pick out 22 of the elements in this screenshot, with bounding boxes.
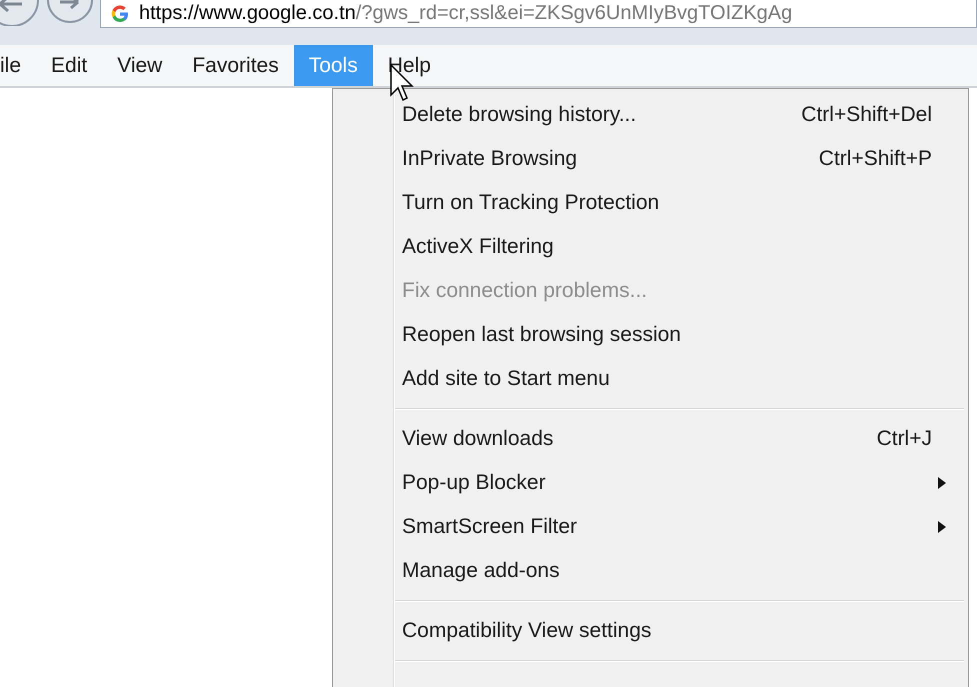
menu-bar-item[interactable]: View: [102, 45, 178, 86]
menu-item[interactable]: Add site to Start menu: [333, 357, 968, 401]
url-text: https://www.google.co.tn/?gws_rd=cr,ssl&ei=ZKSgv6UnMIyBvgTOIZKgAg: [139, 3, 792, 23]
menu-item[interactable]: Manage add-ons: [333, 549, 968, 593]
menu-item[interactable]: Delete browsing history... Ctrl+Shift+Del: [333, 93, 968, 137]
menu-bar-item[interactable]: ile: [0, 45, 36, 86]
address-field[interactable]: https://www.google.co.tn/?gws_rd=cr,ssl&ei=ZKSgv6UnMIyBvgTOIZKgAg: [100, 0, 977, 28]
menu-item[interactable]: Turn on Tracking Protection: [333, 181, 968, 225]
menu-item[interactable]: ActiveX Filtering: [333, 225, 968, 269]
menu-item[interactable]: Pop-up Blocker: [333, 461, 968, 505]
google-g-icon: [111, 5, 129, 23]
shortcut-text: Ctrl+J: [876, 426, 932, 452]
shortcut-text: Ctrl+Shift+Del: [801, 102, 932, 128]
menu-bar-item[interactable]: Help: [372, 45, 446, 86]
menu-item[interactable]: View downloads Ctrl+J: [333, 417, 968, 461]
menu-item[interactable]: InPrivate Browsing Ctrl+Shift+P: [333, 137, 968, 181]
menu-item[interactable]: Reopen last browsing session: [333, 313, 968, 357]
menu-bar-item[interactable]: Edit: [36, 45, 102, 86]
menu-item[interactable]: SmartScreen Filter: [333, 505, 968, 549]
menu-item[interactable]: Compatibility View settings: [333, 609, 968, 653]
menu-bar-item[interactable]: Favorites: [177, 45, 294, 86]
shortcut-text: Ctrl+Shift+P: [818, 146, 932, 172]
